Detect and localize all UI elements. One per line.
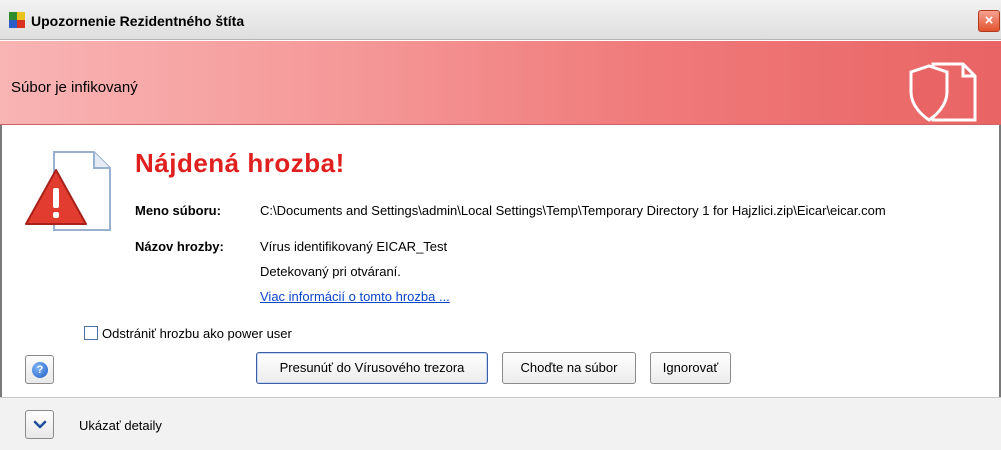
file-name-label: Meno súboru:: [135, 203, 221, 218]
move-to-vault-button[interactable]: Presunúť do Vírusového trezora: [256, 352, 488, 384]
app-icon: [9, 12, 25, 28]
chevron-down-icon: [33, 420, 47, 429]
status-banner: Súbor je infikovaný: [0, 41, 1001, 125]
show-details-label[interactable]: Ukázať detaily: [79, 418, 162, 433]
close-button[interactable]: ×: [978, 10, 1000, 32]
power-user-checkbox[interactable]: [84, 326, 98, 340]
more-info-link[interactable]: Viac informácií o tomto hrozba ...: [260, 289, 450, 304]
power-user-label[interactable]: Odstrániť hrozbu ako power user: [102, 326, 292, 341]
title-bar: Upozornenie Rezidentného štíta ×: [0, 0, 1001, 40]
threat-name-label: Názov hrozby:: [135, 239, 224, 254]
ignore-button[interactable]: Ignorovať: [650, 352, 731, 384]
file-name-value: C:\Documents and Settings\admin\Local Se…: [260, 203, 886, 218]
go-to-file-button[interactable]: Choďte na súbor: [502, 352, 636, 384]
warning-document-icon: [25, 151, 111, 231]
show-details-button[interactable]: [25, 410, 54, 439]
shield-document-icon: [909, 62, 977, 122]
help-button[interactable]: ?: [25, 355, 54, 384]
detection-context: Detekovaný pri otváraní.: [260, 264, 401, 279]
window-title: Upozornenie Rezidentného štíta: [31, 13, 245, 29]
threat-heading: Nájdená hrozba!: [135, 148, 345, 178]
footer-bar: Ukázať detaily: [0, 397, 1001, 450]
threat-name-value: Vírus identifikovaný EICAR_Test: [260, 239, 448, 254]
help-icon: ?: [32, 362, 48, 378]
banner-text: Súbor je infikovaný: [11, 79, 138, 96]
